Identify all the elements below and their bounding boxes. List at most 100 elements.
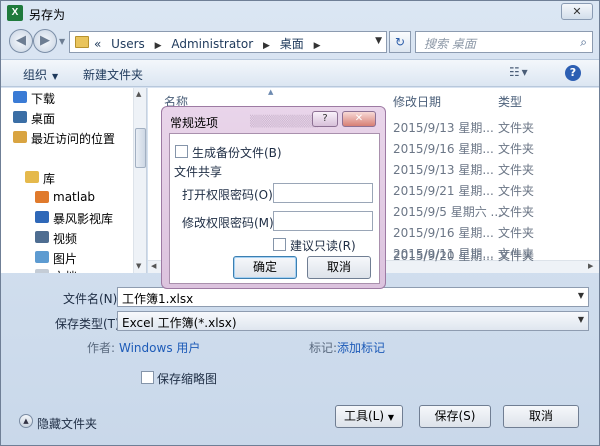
breadcrumb-prefix[interactable]: « bbox=[94, 37, 101, 51]
search-box[interactable]: 搜索 桌面 ⌕ bbox=[415, 31, 593, 53]
nav-item-desktop[interactable]: 桌面 bbox=[13, 110, 55, 130]
save-thumbnail-label[interactable]: 保存缩略图 bbox=[157, 370, 217, 387]
forward-button[interactable]: ▶ bbox=[33, 29, 57, 53]
history-dropdown-icon[interactable]: ▼ bbox=[59, 37, 65, 46]
nav-item-downloads[interactable]: 下载 bbox=[13, 90, 55, 110]
sharing-heading: 文件共享 bbox=[174, 165, 223, 179]
add-tags-link[interactable]: 添加标记 bbox=[337, 339, 385, 356]
general-options-dialog: 常规选项 ▒▒▒▒▒▒▒▒ ? ✕ 生成备份文件(B) 文件共享 打开权限密码(… bbox=[161, 106, 386, 289]
row-date[interactable]: 2015/9/20 星期... bbox=[393, 247, 494, 264]
nav-item-label: 图片 bbox=[53, 252, 78, 266]
column-header-date[interactable]: 修改日期 bbox=[393, 93, 441, 110]
readonly-label[interactable]: 建议只读(R) bbox=[290, 237, 356, 254]
dialog-close-button[interactable]: ✕ bbox=[342, 111, 376, 127]
save-button[interactable]: 保存(S) bbox=[419, 405, 491, 428]
dialog-body: 生成备份文件(B) 文件共享 打开权限密码(O): 修改权限密码(M): 建议只… bbox=[169, 133, 380, 284]
cancel-button[interactable]: 取消 bbox=[503, 405, 579, 428]
scroll-up-icon[interactable]: ▲ bbox=[136, 90, 141, 98]
row-date[interactable]: 2015/9/13 星期... bbox=[393, 119, 494, 136]
command-bar: 组织 ▼ 新建文件夹 ☷ ▾ ? bbox=[1, 59, 599, 87]
readonly-checkbox[interactable] bbox=[273, 238, 286, 251]
breadcrumb: « Users ▶ Administrator ▶ 桌面 ▶ bbox=[94, 35, 327, 52]
row-date[interactable]: 2015/9/16 星期... bbox=[393, 224, 494, 241]
nav-item-pictures[interactable]: 图片 bbox=[35, 250, 78, 270]
dialog-ok-button[interactable]: 确定 bbox=[233, 256, 297, 279]
breadcrumb-item[interactable]: 桌面 bbox=[280, 37, 304, 51]
dialog-title-ghost: ▒▒▒▒▒▒▒▒ bbox=[250, 115, 318, 128]
nav-item-label: 暴风影视库 bbox=[53, 212, 114, 226]
row-date[interactable]: 2015/9/16 星期... bbox=[393, 140, 494, 157]
nav-item-recent[interactable]: 最近访问的位置 bbox=[13, 130, 115, 150]
row-date[interactable]: 2015/9/5 星期六 ... bbox=[393, 203, 502, 220]
chevron-down-icon[interactable]: ▼ bbox=[578, 315, 584, 324]
chevron-down-icon[interactable]: ▼ bbox=[578, 291, 584, 300]
modify-password-field[interactable] bbox=[273, 211, 373, 231]
open-password-field[interactable] bbox=[273, 183, 373, 203]
row-type[interactable]: 文件夹 bbox=[498, 161, 534, 178]
author-label: 作者: bbox=[87, 341, 116, 355]
row-type[interactable]: 文件夹 bbox=[498, 119, 534, 136]
scroll-left-icon[interactable]: ◀ bbox=[151, 262, 156, 270]
nav-item-matlab[interactable]: matlab bbox=[35, 190, 95, 210]
chevron-down-icon: ▼ bbox=[387, 413, 395, 422]
filename-label: 文件名(N): bbox=[63, 292, 122, 306]
modify-password-label: 修改权限密码(M): bbox=[182, 216, 278, 230]
filetype-label: 保存类型(T): bbox=[55, 317, 124, 331]
view-options-icon[interactable]: ☷ ▾ bbox=[509, 65, 528, 79]
row-type[interactable]: 文件夹 bbox=[498, 224, 534, 241]
sort-arrow-icon: ▲ bbox=[268, 88, 274, 96]
backup-checkbox[interactable] bbox=[175, 145, 188, 158]
save-as-window: X 另存为 ✕ ◀ ▶ ▼ « Users ▶ Administrator ▶ … bbox=[0, 0, 600, 446]
author-value[interactable]: Windows 用户 bbox=[119, 339, 200, 356]
dialog-help-button[interactable]: ? bbox=[312, 111, 338, 127]
window-title: 另存为 bbox=[29, 8, 66, 22]
chevron-right-icon[interactable]: ▶ bbox=[155, 41, 162, 51]
chevron-down-icon: ▼ bbox=[52, 72, 59, 81]
nav-item-libraries[interactable]: 库 bbox=[25, 170, 56, 190]
dialog-cancel-button[interactable]: 取消 bbox=[307, 256, 371, 279]
organize-menu[interactable]: 组织 ▼ bbox=[23, 66, 58, 83]
address-bar[interactable]: « Users ▶ Administrator ▶ 桌面 ▶ ▼ bbox=[69, 31, 387, 53]
filetype-select[interactable]: Excel 工作簿(*.xlsx) ▼ bbox=[117, 311, 589, 331]
scroll-down-icon[interactable]: ▼ bbox=[136, 262, 141, 270]
scroll-right-icon[interactable]: ▶ bbox=[588, 262, 593, 270]
nav-item-documents[interactable]: 文档 bbox=[35, 268, 77, 273]
address-dropdown-icon[interactable]: ▼ bbox=[375, 36, 382, 46]
search-icon[interactable]: ⌕ bbox=[580, 35, 587, 50]
row-date[interactable]: 2015/9/13 星期... bbox=[393, 161, 494, 178]
save-thumbnail-checkbox[interactable] bbox=[141, 371, 154, 384]
nav-item-videos[interactable]: 视频 bbox=[35, 230, 77, 250]
recent-places-icon bbox=[13, 131, 27, 143]
nav-item-label: 库 bbox=[43, 172, 56, 186]
pictures-library-icon bbox=[35, 251, 49, 263]
chevron-right-icon[interactable]: ▶ bbox=[263, 41, 270, 51]
nav-item-storm[interactable]: 暴风影视库 bbox=[35, 210, 114, 230]
hide-folders-button[interactable]: 隐藏文件夹 bbox=[37, 415, 97, 432]
breadcrumb-item[interactable]: Users bbox=[111, 37, 145, 51]
back-button[interactable]: ◀ bbox=[9, 29, 33, 53]
storm-library-icon bbox=[35, 211, 49, 223]
window-close-button[interactable]: ✕ bbox=[561, 3, 593, 20]
new-folder-button[interactable]: 新建文件夹 bbox=[83, 66, 143, 83]
chevron-up-icon[interactable]: ▲ bbox=[19, 414, 33, 428]
tags-label: 标记: bbox=[309, 341, 338, 355]
nav-scrollbar[interactable]: ▲ ▼ bbox=[133, 88, 146, 273]
filename-field[interactable]: 工作簿1.xlsx ▼ bbox=[117, 287, 589, 307]
row-type[interactable]: 文件夹 bbox=[498, 247, 534, 264]
row-type[interactable]: 文件夹 bbox=[498, 203, 534, 220]
video-library-icon bbox=[35, 231, 49, 243]
column-header-type[interactable]: 类型 bbox=[498, 93, 522, 110]
help-icon[interactable]: ? bbox=[565, 65, 581, 81]
row-date[interactable]: 2015/9/21 星期... bbox=[393, 182, 494, 199]
folder-icon bbox=[75, 36, 89, 48]
tools-button[interactable]: 工具(L) ▼ bbox=[335, 405, 403, 428]
backup-label[interactable]: 生成备份文件(B) bbox=[192, 144, 282, 161]
row-type[interactable]: 文件夹 bbox=[498, 140, 534, 157]
refresh-button[interactable]: ↻ bbox=[389, 31, 411, 53]
nav-item-label: 文档 bbox=[53, 270, 77, 273]
scrollbar-thumb[interactable] bbox=[135, 128, 146, 168]
breadcrumb-item[interactable]: Administrator bbox=[171, 37, 253, 51]
chevron-right-icon[interactable]: ▶ bbox=[314, 41, 321, 51]
row-type[interactable]: 文件夹 bbox=[498, 182, 534, 199]
address-row: ◀ ▶ ▼ « Users ▶ Administrator ▶ 桌面 ▶ ▼ ↻… bbox=[1, 27, 599, 57]
